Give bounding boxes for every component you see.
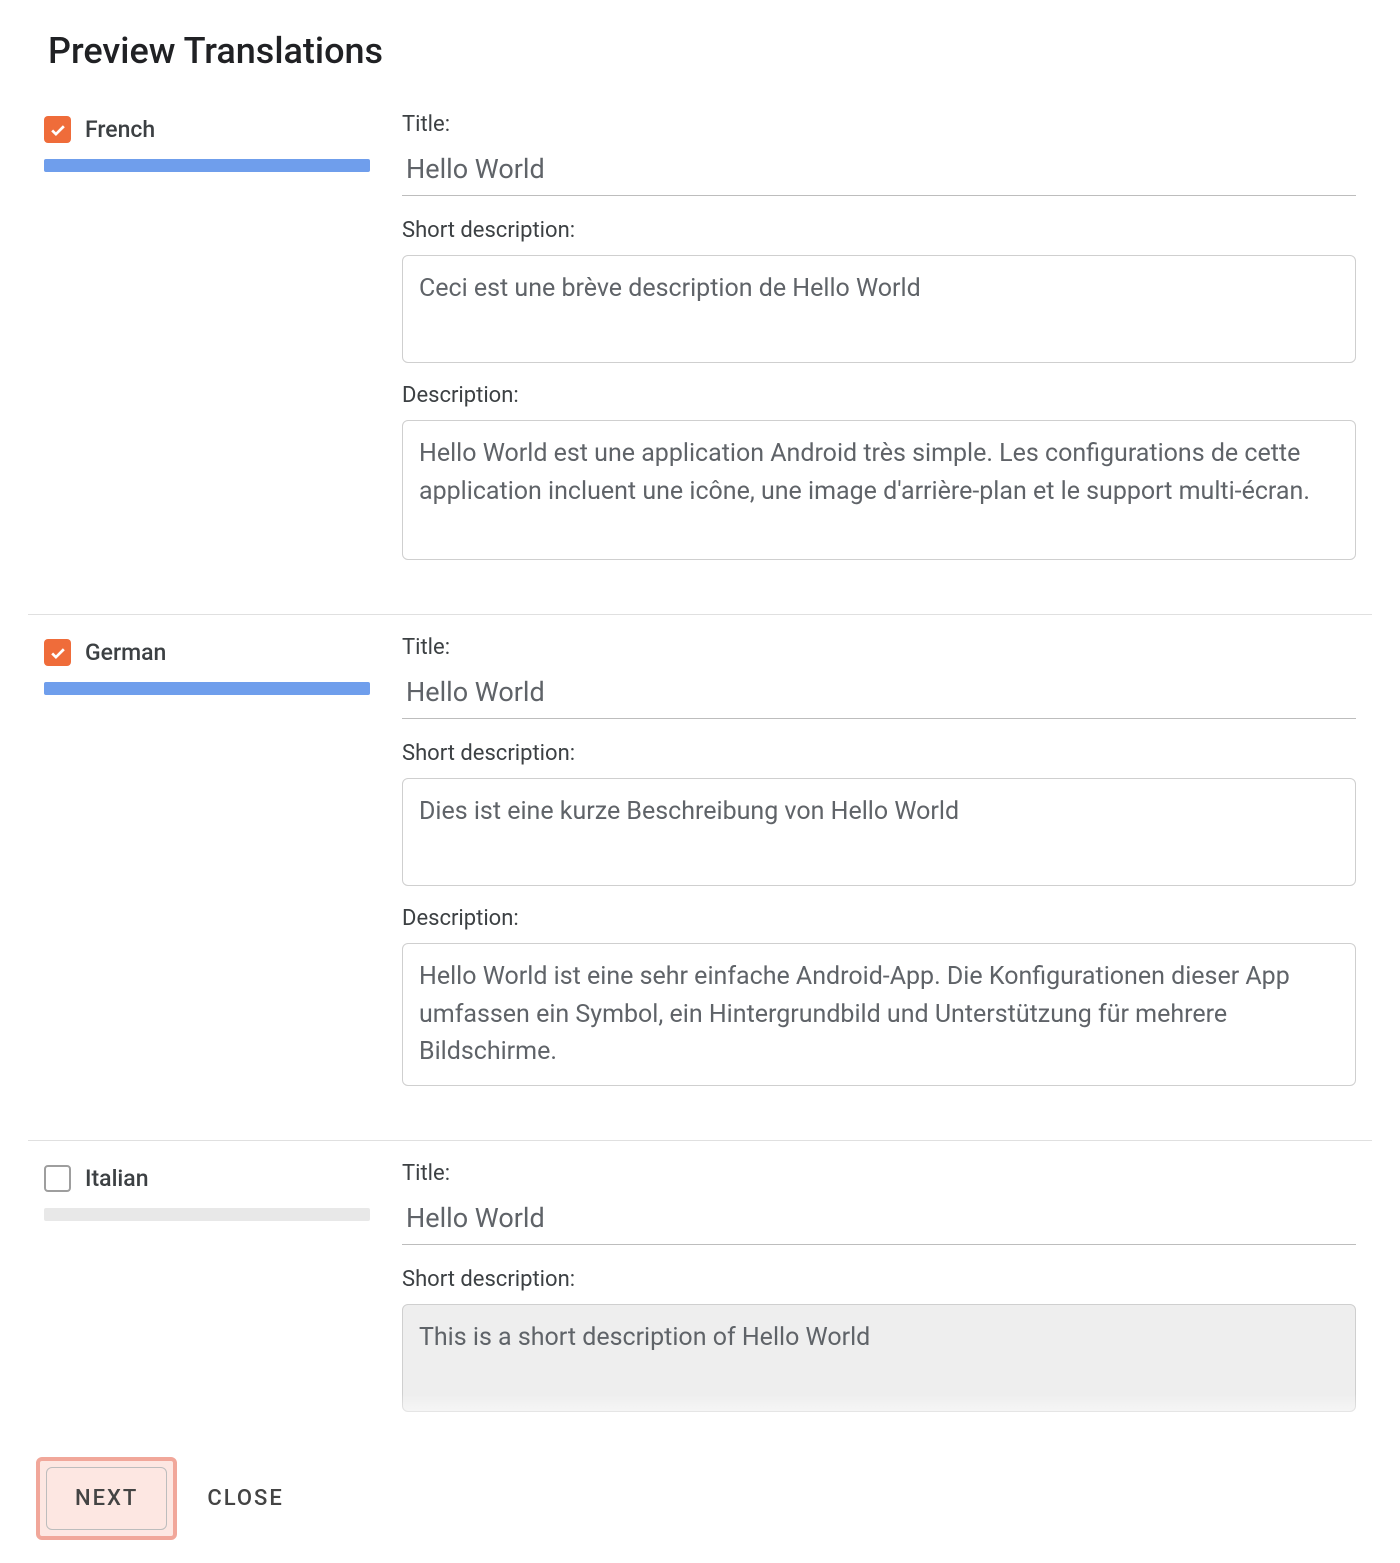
language-left-panel: French [44, 112, 370, 580]
language-name: French [85, 116, 155, 143]
language-checkbox-german[interactable] [44, 639, 71, 666]
language-row-french: French Title: Hello World Short descript… [28, 92, 1372, 615]
short-description-label: Short description: [402, 1267, 1356, 1292]
title-input[interactable]: Hello World [402, 1188, 1356, 1245]
title-label: Title: [402, 635, 1356, 660]
language-check-row: Italian [44, 1165, 370, 1192]
language-row-italian: Italian Title: Hello World Short descrip… [28, 1141, 1372, 1434]
dialog-header: Preview Translations [0, 0, 1400, 92]
short-description-label: Short description: [402, 218, 1356, 243]
short-description-input[interactable]: Dies ist eine kurze Beschreibung von Hel… [402, 778, 1356, 886]
short-description-label: Short description: [402, 741, 1356, 766]
language-left-panel: Italian [44, 1161, 370, 1434]
preview-translations-dialog: Preview Translations French Title: Hello… [0, 0, 1400, 1563]
short-description-input[interactable]: This is a short description of Hello Wor… [402, 1304, 1356, 1412]
title-label: Title: [402, 112, 1356, 137]
language-progress-bar [44, 682, 370, 695]
language-progress-bar [44, 159, 370, 172]
next-button[interactable]: NEXT [46, 1467, 167, 1530]
language-left-panel: German [44, 635, 370, 1106]
language-checkbox-italian[interactable] [44, 1165, 71, 1192]
language-name: Italian [85, 1165, 149, 1192]
description-input[interactable]: Hello World est une application Android … [402, 420, 1356, 560]
description-label: Description: [402, 383, 1356, 408]
short-description-input[interactable]: Ceci est une brève description de Hello … [402, 255, 1356, 363]
dialog-footer: NEXT CLOSE [0, 1433, 1400, 1563]
check-icon [48, 120, 68, 140]
description-label: Description: [402, 906, 1356, 931]
title-input[interactable]: Hello World [402, 662, 1356, 719]
language-row-german: German Title: Hello World Short descript… [28, 615, 1372, 1141]
language-checkbox-french[interactable] [44, 116, 71, 143]
language-progress-bar [44, 1208, 370, 1221]
language-check-row: German [44, 639, 370, 666]
close-button[interactable]: CLOSE [207, 1486, 283, 1511]
next-button-highlight: NEXT [36, 1457, 177, 1540]
dialog-body[interactable]: French Title: Hello World Short descript… [0, 92, 1400, 1433]
language-right-panel: Title: Hello World Short description: Ce… [402, 112, 1356, 580]
language-right-panel: Title: Hello World Short description: Th… [402, 1161, 1356, 1434]
language-right-panel: Title: Hello World Short description: Di… [402, 635, 1356, 1106]
language-name: German [85, 639, 166, 666]
title-input[interactable]: Hello World [402, 139, 1356, 196]
check-icon [48, 643, 68, 663]
dialog-title: Preview Translations [48, 30, 1352, 72]
language-check-row: French [44, 116, 370, 143]
description-input[interactable]: Hello World ist eine sehr einfache Andro… [402, 943, 1356, 1086]
title-label: Title: [402, 1161, 1356, 1186]
